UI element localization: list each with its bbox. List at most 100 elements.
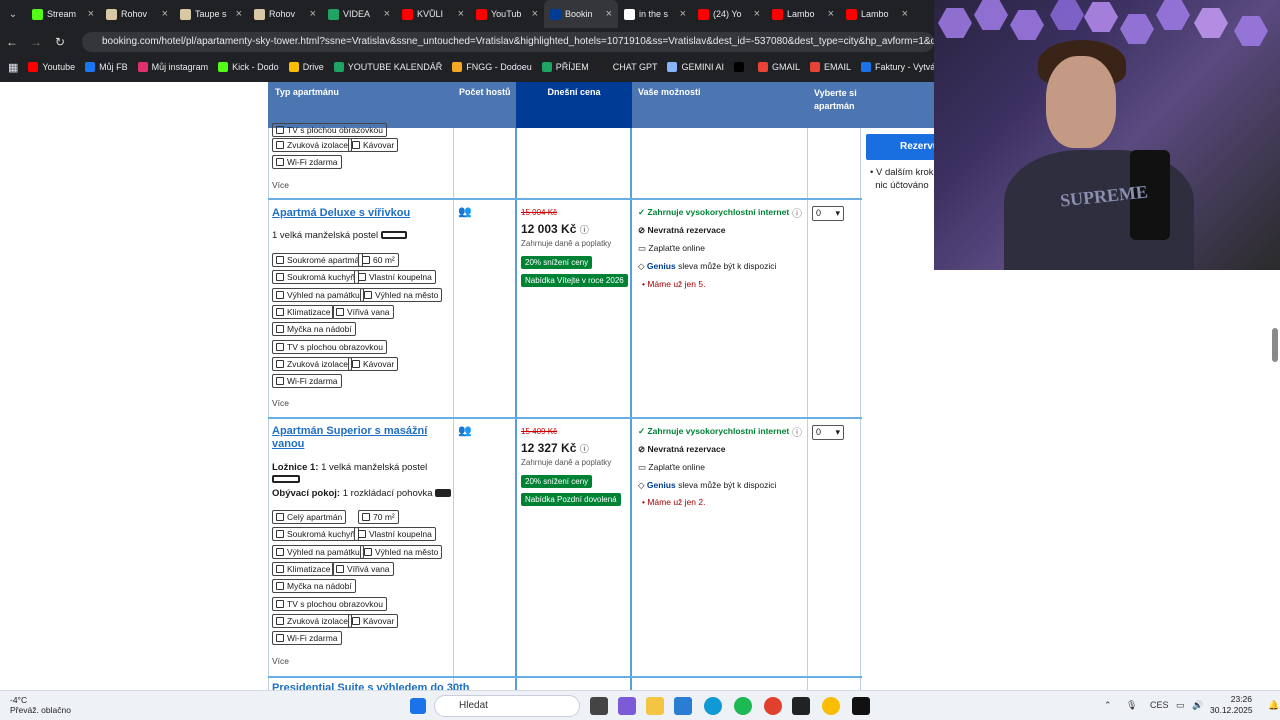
obs-icon[interactable]: [764, 697, 782, 715]
amenity-tag: TV s plochou obrazovkou: [272, 339, 387, 354]
room2-title[interactable]: Apartmán Superior s masážní vanou: [272, 425, 442, 451]
close-icon[interactable]: ×: [236, 8, 242, 20]
amenity-icon: [336, 307, 344, 316]
browser-tab[interactable]: Lambo ×: [766, 0, 840, 28]
close-icon[interactable]: ×: [902, 8, 908, 20]
taskview-icon[interactable]: [590, 697, 608, 715]
bookmark-item[interactable]: Můj instagram: [137, 62, 208, 72]
info-icon[interactable]: ⓘ: [580, 225, 589, 235]
close-icon[interactable]: ×: [384, 8, 390, 20]
room1-quantity-select[interactable]: 0: [812, 206, 844, 221]
start-icon[interactable]: [410, 698, 426, 714]
browser-tab[interactable]: Taupe s ×: [174, 0, 248, 28]
bookmark-item[interactable]: CHAT GPT: [598, 62, 657, 72]
browser-tab[interactable]: in the s ×: [618, 0, 692, 28]
bookmark-label: PŘÍJEM: [555, 62, 589, 72]
bookmark-item[interactable]: EMAIL: [810, 62, 851, 72]
help-icon[interactable]: ⓘ: [792, 424, 802, 439]
col-border: [807, 128, 808, 690]
col-border: [860, 128, 861, 690]
mic-icon[interactable]: 🎙: [1126, 700, 1137, 711]
store-icon[interactable]: [674, 697, 692, 715]
bookmark-item[interactable]: Kick - Dodo: [218, 62, 279, 72]
help-icon[interactable]: ⓘ: [792, 205, 802, 220]
terminal-icon[interactable]: [792, 697, 810, 715]
close-icon[interactable]: ×: [162, 8, 168, 20]
network-icon[interactable]: ▭: [1176, 700, 1185, 711]
room2-quantity-select[interactable]: 0: [812, 425, 844, 440]
reserve-button[interactable]: Rezervuji: [866, 134, 934, 160]
epic-games-icon[interactable]: [852, 697, 870, 715]
browser-tab[interactable]: VIDEA ×: [322, 0, 396, 28]
close-icon[interactable]: ×: [532, 8, 538, 20]
bookmark-item[interactable]: Můj FB: [85, 62, 128, 72]
chrome-icon[interactable]: [822, 697, 840, 715]
copilot-icon[interactable]: [618, 697, 636, 715]
browser-tab[interactable]: Rohov ×: [248, 0, 322, 28]
language-indicator[interactable]: CES: [1150, 700, 1169, 710]
reload-icon[interactable]: ↻: [48, 35, 72, 49]
tab-search-button[interactable]: ⌄: [0, 0, 26, 28]
back-icon[interactable]: ←: [0, 35, 24, 49]
bed-icon: [380, 231, 407, 240]
browser-tab[interactable]: Lambo ×: [840, 0, 914, 28]
browser-tab[interactable]: Rohov ×: [100, 0, 174, 28]
room1-discount-badge: 20% snížení ceny: [521, 256, 593, 269]
explorer-icon[interactable]: [646, 697, 664, 715]
bookmark-item[interactable]: PŘÍJEM: [541, 62, 589, 72]
bookmark-label: Faktury - Vytváření: [875, 62, 934, 72]
browser-tab[interactable]: (24) Yo ×: [692, 0, 766, 28]
url-field[interactable]: booking.com/hotel/pl/apartamenty-sky-tow…: [82, 32, 934, 52]
amenity-label: Wi-Fi zdarma: [287, 633, 338, 644]
close-icon[interactable]: ×: [458, 8, 464, 20]
apps-grid-icon[interactable]: ▦: [8, 61, 18, 74]
scrollbar-thumb[interactable]: [1272, 328, 1278, 362]
bookmark-item[interactable]: Youtube: [28, 62, 75, 72]
bookmark-item[interactable]: GEMINI AI: [667, 62, 724, 72]
room2-genius: ◇ Genius sleva může být k dispozici: [638, 480, 777, 490]
tab-favicon-icon: [550, 8, 561, 20]
edge-icon[interactable]: [704, 697, 722, 715]
spotify-icon[interactable]: [734, 697, 752, 715]
weather-widget[interactable]: -4°C Převáž. oblačno: [10, 695, 71, 715]
notification-icon[interactable]: 🔔: [1268, 700, 1279, 711]
room1-more-link[interactable]: Více: [272, 398, 289, 408]
bookmark-item[interactable]: GMAIL: [757, 62, 800, 72]
close-icon[interactable]: ×: [88, 8, 94, 20]
clock[interactable]: 23:26 30.12.2025: [1210, 694, 1253, 716]
bookmark-item[interactable]: YOUTUBE KALENDÁŘ: [333, 62, 443, 72]
room2-discount-badge: 20% snížení ceny: [521, 475, 593, 488]
close-icon[interactable]: ×: [680, 8, 686, 20]
bookmark-favicon-icon: [85, 62, 96, 72]
bookmark-label: GMAIL: [771, 62, 800, 72]
close-icon[interactable]: ×: [754, 8, 760, 20]
amenity-tag: Vířivá vana: [332, 561, 394, 576]
tray-chevron-icon[interactable]: ⌃: [1104, 700, 1112, 711]
browser-tab[interactable]: YouTub ×: [470, 0, 544, 28]
tab-title: VIDEA: [343, 9, 371, 19]
amenity-tag: Vířivá vana: [332, 304, 394, 319]
room1-title[interactable]: Apartmá Deluxe s vířivkou: [272, 207, 410, 219]
forward-icon[interactable]: →: [24, 35, 48, 49]
browser-tab[interactable]: Stream ×: [26, 0, 100, 28]
room1-genius: ◇ Genius sleva může být k dispozici: [638, 261, 777, 271]
bookmark-item[interactable]: Drive: [288, 62, 324, 72]
amenity-label: Wi-Fi zdarma: [287, 376, 338, 387]
browser-tab[interactable]: Bookin ×: [544, 0, 618, 28]
bookmark-label: Kick - Dodo: [232, 62, 279, 72]
browser-tab[interactable]: KVŮLI ×: [396, 0, 470, 28]
close-icon[interactable]: ×: [310, 8, 316, 20]
room2-more-link[interactable]: Více: [272, 656, 289, 666]
bookmark-item[interactable]: Faktury - Vytváření: [861, 62, 934, 72]
room3-title[interactable]: Presidential Suite s výhledem do 30th: [272, 682, 469, 690]
more-link[interactable]: Více: [272, 180, 289, 190]
bookmark-item[interactable]: [733, 62, 748, 72]
bookmark-label: YOUTUBE KALENDÁŘ: [347, 62, 443, 72]
amenity-icon: [276, 564, 284, 573]
close-icon[interactable]: ×: [828, 8, 834, 20]
bookmark-item[interactable]: FNGG - Dodoeu: [452, 62, 532, 72]
volume-icon[interactable]: 🔊: [1192, 700, 1203, 711]
taskbar-search[interactable]: Hledat: [434, 695, 580, 717]
close-icon[interactable]: ×: [606, 8, 612, 20]
info-icon[interactable]: ⓘ: [580, 444, 589, 454]
